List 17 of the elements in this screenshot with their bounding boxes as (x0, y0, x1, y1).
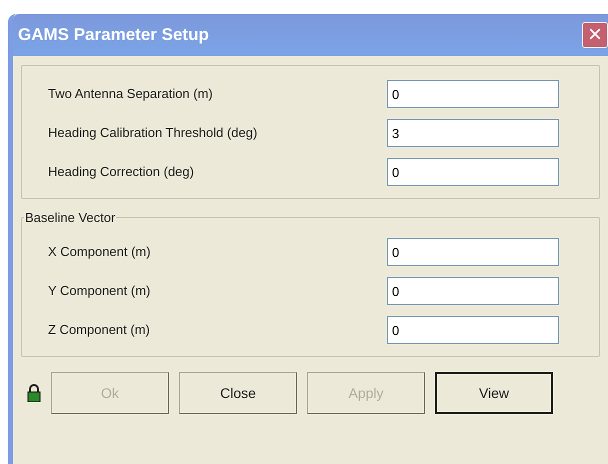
field-label: X Component (m) (48, 243, 151, 262)
dialog-button[interactable]: View (435, 372, 553, 414)
field-label: Y Component (m) (48, 282, 150, 300)
input-field[interactable]: 3 (387, 119, 559, 147)
input-field[interactable]: 0 (387, 158, 559, 186)
input-field[interactable]: 0 (387, 277, 559, 305)
window-title: GAMS Parameter Setup (18, 24, 209, 46)
field-label: Z Component (m) (48, 321, 150, 340)
padlock-icon (27, 384, 41, 402)
dialog-button[interactable]: Close (179, 372, 297, 414)
input-field[interactable]: 0 (387, 80, 559, 108)
field-label: Heading Calibration Threshold (deg) (48, 124, 258, 142)
input-field[interactable]: 0 (387, 316, 559, 344)
field-label: Two Antenna Separation (m) (48, 85, 213, 104)
field-label: Heading Correction (deg) (48, 163, 194, 182)
close-button[interactable]: × (582, 22, 608, 48)
input-field[interactable]: 0 (387, 238, 559, 266)
